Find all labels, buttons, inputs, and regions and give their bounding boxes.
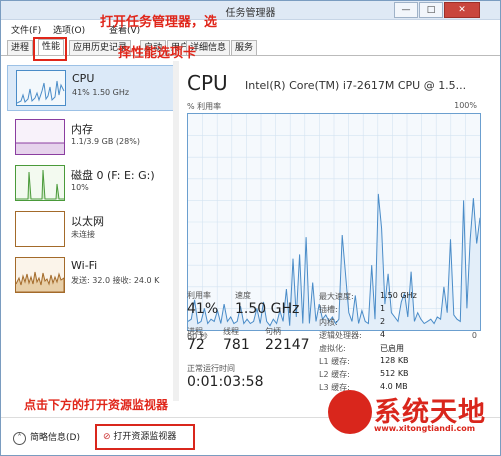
logo-url: www.xitongtiandi.com bbox=[374, 424, 476, 433]
sidebar-value-disk: 10% bbox=[71, 183, 89, 192]
utilization-label: 利用率 bbox=[187, 291, 211, 300]
wifi-thumbnail-graph bbox=[15, 257, 65, 293]
annotation-open-resource-monitor: 点击下方的打开资源监视器 bbox=[24, 398, 169, 412]
cpu-detail-panel: CPU Intel(R) Core(TM) i7-2617M CPU @ 1.5… bbox=[187, 61, 492, 406]
menu-file[interactable]: 文件(F) bbox=[11, 23, 41, 36]
sidebar-item-cpu[interactable]: CPU 41% 1.50 GHz bbox=[7, 65, 179, 111]
spec-label-logical-processors: 逻辑处理器: bbox=[319, 331, 362, 340]
sidebar-value-memory: 1.1/3.9 GB (28%) bbox=[71, 137, 140, 146]
sidebar-label-wifi: Wi-Fi bbox=[71, 259, 98, 272]
cpu-heading: CPU bbox=[187, 71, 228, 95]
spec-label-sockets: 插槽: bbox=[319, 305, 338, 314]
sidebar-item-ethernet[interactable]: 以太网 未连接 bbox=[7, 207, 177, 251]
spec-label-l1-cache: L1 缓存: bbox=[319, 357, 350, 366]
cpu-model-name: Intel(R) Core(TM) i7-2617M CPU @ 1.5... bbox=[245, 79, 467, 92]
close-button[interactable]: ✕ bbox=[444, 2, 480, 18]
annotation-open-task-manager: 打开任务管理器，选 bbox=[100, 15, 218, 30]
threads-value: 781 bbox=[223, 337, 250, 353]
menu-bar: 文件(F) 选项(O) 查看(V) bbox=[1, 20, 500, 36]
annotation-select-performance: 择性能选项卡 bbox=[118, 46, 197, 61]
disk-thumbnail-graph bbox=[15, 165, 65, 201]
utilization-value: 41% bbox=[187, 301, 219, 317]
tab-strip: 进程 性能 应用历史记录 启动 用户 详细信息 服务 bbox=[1, 37, 500, 56]
logo-mark-icon bbox=[328, 390, 372, 434]
processes-value: 72 bbox=[187, 337, 205, 353]
resource-monitor-icon: ⊘ bbox=[103, 432, 114, 442]
uptime-value: 0:01:03:58 bbox=[187, 374, 264, 390]
spec-value-l1-cache: 128 KB bbox=[380, 356, 409, 365]
handles-value: 22147 bbox=[265, 337, 310, 353]
sidebar-item-memory[interactable]: 内存 1.1/3.9 GB (28%) bbox=[7, 115, 177, 159]
graph-y-label: % 利用率 bbox=[187, 102, 222, 111]
fewer-details-label: 简略信息(D) bbox=[30, 433, 80, 443]
sidebar-item-wifi[interactable]: Wi-Fi 发送: 32.0 接收: 24.0 K bbox=[7, 253, 177, 297]
fewer-details-toggle[interactable]: ˄ 简略信息(D) bbox=[13, 430, 80, 445]
spec-value-virtualization: 已启用 bbox=[380, 344, 404, 353]
uptime-label: 正常运行时间 bbox=[187, 364, 235, 373]
sidebar-value-cpu: 41% 1.50 GHz bbox=[72, 88, 130, 97]
sidebar-item-disk[interactable]: 磁盘 0 (F: E: G:) 10% bbox=[7, 161, 177, 205]
handles-label: 句柄 bbox=[265, 327, 281, 336]
spec-label-l2-cache: L2 缓存: bbox=[319, 370, 350, 379]
speed-label: 速度 bbox=[235, 291, 251, 300]
title-bar: 任务管理器 — □ ✕ bbox=[1, 1, 500, 20]
sidebar-label-ethernet: 以太网 bbox=[71, 215, 104, 228]
spec-value-sockets: 1 bbox=[380, 304, 386, 313]
processes-label: 进程 bbox=[187, 327, 203, 336]
sidebar-label-memory: 内存 bbox=[71, 123, 93, 136]
resource-sidebar: CPU 41% 1.50 GHz 内存 1.1/3.9 GB (28%) 磁盘 … bbox=[7, 61, 179, 411]
chevron-up-icon: ˄ bbox=[13, 432, 26, 445]
sidebar-value-wifi: 发送: 32.0 接收: 24.0 K bbox=[71, 276, 160, 285]
open-resource-monitor-link[interactable]: ⊘ 打开资源监视器 bbox=[95, 424, 195, 450]
threads-label: 线程 bbox=[223, 327, 239, 336]
minimize-button[interactable]: — bbox=[394, 2, 418, 18]
spec-label-cores: 内核: bbox=[319, 318, 338, 327]
graph-x-end-label: 0 bbox=[471, 331, 477, 340]
sidebar-scrollbar[interactable] bbox=[173, 61, 179, 401]
spec-label-max-speed: 最大速度: bbox=[319, 292, 354, 301]
maximize-button[interactable]: □ bbox=[419, 2, 443, 18]
spec-value-cores: 2 bbox=[380, 317, 386, 326]
spec-value-max-speed: 1.50 GHz bbox=[380, 291, 417, 300]
menu-options[interactable]: 选项(O) bbox=[53, 23, 85, 36]
tab-processes[interactable]: 进程 bbox=[7, 40, 34, 55]
spec-label-virtualization: 虚拟化: bbox=[319, 344, 346, 353]
performance-tab-highlight bbox=[33, 37, 67, 61]
sidebar-value-ethernet: 未连接 bbox=[71, 230, 95, 239]
sidebar-label-cpu: CPU bbox=[72, 72, 95, 85]
resource-monitor-label: 打开资源监视器 bbox=[113, 432, 177, 442]
tab-services[interactable]: 服务 bbox=[231, 40, 258, 55]
site-logo: 系统天地 www.xitongtiandi.com bbox=[328, 390, 498, 450]
ethernet-thumbnail-graph bbox=[15, 211, 65, 247]
graph-y-max: 100% bbox=[454, 101, 477, 110]
spec-value-logical-processors: 4 bbox=[380, 330, 386, 339]
cpu-thumbnail-graph bbox=[16, 70, 66, 106]
speed-value: 1.50 GHz bbox=[235, 301, 300, 317]
memory-thumbnail-graph bbox=[15, 119, 65, 155]
sidebar-label-disk: 磁盘 0 (F: E: G:) bbox=[71, 169, 155, 182]
task-manager-window: 任务管理器 — □ ✕ 文件(F) 选项(O) 查看(V) 进程 性能 应用历史… bbox=[0, 0, 501, 456]
spec-value-l2-cache: 512 KB bbox=[380, 369, 409, 378]
